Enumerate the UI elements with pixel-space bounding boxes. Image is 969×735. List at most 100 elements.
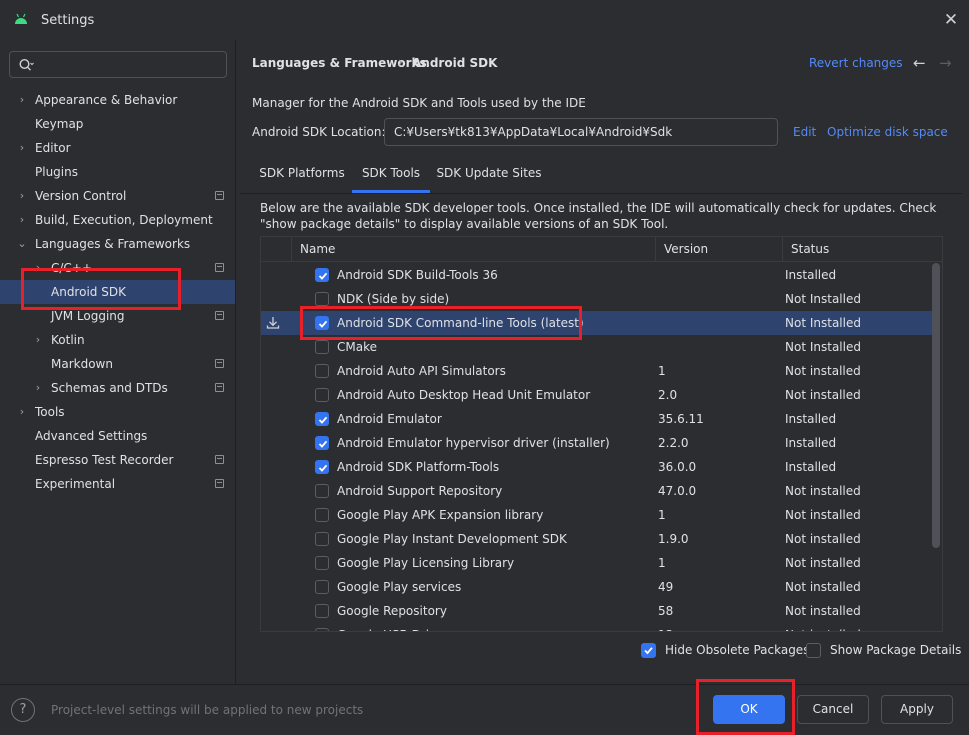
chevron-right-icon[interactable]: › (32, 328, 44, 352)
sidebar-item[interactable]: Plugins (0, 160, 235, 184)
sidebar-item-label: Android SDK (51, 285, 126, 299)
row-checkbox[interactable] (315, 484, 329, 498)
column-header-version[interactable]: Version (655, 237, 782, 262)
sidebar-item[interactable]: › Tools (0, 400, 235, 424)
chevron-right-icon[interactable]: › (16, 208, 28, 232)
row-checkbox[interactable] (315, 580, 329, 594)
table-row[interactable]: Android Support Repository 47.0.0 Not inst… (261, 479, 933, 503)
arrow-left-icon[interactable]: ← (913, 54, 926, 72)
table-row[interactable]: Android SDK Platform-Tools 36.0.0 Installe… (261, 455, 933, 479)
chevron-down-icon[interactable]: ⌄ (16, 232, 28, 256)
project-level-icon (215, 191, 224, 200)
cancel-button[interactable]: Cancel (797, 695, 869, 724)
table-row[interactable]: Android Emulator 35.6.11 Installed (261, 407, 933, 431)
row-checkbox[interactable] (315, 532, 329, 546)
sidebar-item[interactable]: › Build, Execution, Deployment (0, 208, 235, 232)
row-status: Not installed (785, 532, 861, 546)
sidebar-item[interactable]: Espresso Test Recorder (0, 448, 235, 472)
sidebar-item[interactable]: Keymap (0, 112, 235, 136)
row-checkbox[interactable] (315, 436, 329, 450)
row-checkbox[interactable] (315, 364, 329, 378)
sidebar-item[interactable]: › Appearance & Behavior (0, 88, 235, 112)
row-checkbox[interactable] (315, 292, 329, 306)
row-checkbox[interactable] (315, 508, 329, 522)
row-name: Google USB Driver (337, 623, 449, 631)
table-row[interactable]: Android Emulator hypervisor driver (inst… (261, 431, 933, 455)
sidebar-item[interactable]: Advanced Settings (0, 424, 235, 448)
chevron-right-icon[interactable]: › (32, 376, 44, 400)
table-row[interactable]: Google Play APK Expansion library 1 Not in… (261, 503, 933, 527)
tab-sdk-platforms[interactable]: SDK Platforms (254, 157, 350, 193)
hide-obsolete-checkbox[interactable] (641, 643, 656, 658)
table-row[interactable]: Google Repository 58 Not installed (261, 599, 933, 623)
row-checkbox[interactable] (315, 556, 329, 570)
tab-sdk-tools[interactable]: SDK Tools (352, 157, 430, 193)
show-package-details-label[interactable]: Show Package Details (830, 643, 961, 657)
table-row[interactable]: Google Play Licensing Library 1 Not instal… (261, 551, 933, 575)
sidebar-item-label: Appearance & Behavior (35, 93, 178, 107)
row-checkbox[interactable] (315, 628, 329, 631)
table-row[interactable]: Android SDK Command-line Tools (latest) N… (261, 311, 933, 335)
table-row[interactable]: Google Play services 49 Not installed (261, 575, 933, 599)
sidebar-item[interactable]: › Version Control (0, 184, 235, 208)
row-checkbox[interactable] (315, 388, 329, 402)
show-package-details-checkbox[interactable] (806, 643, 821, 658)
sidebar-item[interactable]: › Kotlin (0, 328, 235, 352)
sidebar-item[interactable]: JVM Logging (0, 304, 235, 328)
close-icon[interactable]: ✕ (941, 10, 961, 30)
apply-button[interactable]: Apply (881, 695, 953, 724)
column-header-status[interactable]: Status (782, 237, 942, 262)
help-icon[interactable]: ? (11, 698, 35, 722)
sidebar-item[interactable]: Experimental (0, 472, 235, 496)
row-name: Android SDK Build-Tools 36 (337, 268, 498, 282)
column-header-name[interactable]: Name (291, 237, 655, 262)
chevron-right-icon[interactable]: › (16, 88, 28, 112)
sdk-location-field[interactable] (384, 118, 778, 146)
sidebar-item-label: Schemas and DTDs (51, 381, 168, 395)
sidebar-item[interactable]: › Editor (0, 136, 235, 160)
sidebar-item[interactable]: Markdown (0, 352, 235, 376)
optimize-disk-space-link[interactable]: Optimize disk space (827, 125, 948, 139)
footer-divider (0, 684, 969, 685)
breadcrumb-separator: › (398, 55, 403, 69)
row-checkbox[interactable] (315, 460, 329, 474)
row-status: Not installed (785, 604, 861, 618)
row-name: Android Auto API Simulators (337, 364, 506, 378)
row-checkbox[interactable] (315, 268, 329, 282)
sidebar-item[interactable]: Android SDK (0, 280, 235, 304)
project-level-icon (215, 479, 224, 488)
table-row[interactable]: CMake Not Installed (261, 335, 933, 359)
ok-button[interactable]: OK (713, 695, 785, 724)
row-checkbox[interactable] (315, 340, 329, 354)
arrow-right-icon: → (939, 54, 952, 72)
row-status: Not installed (785, 484, 861, 498)
sidebar-item[interactable]: ⌄ Languages & Frameworks (0, 232, 235, 256)
row-status: Not Installed (785, 292, 861, 306)
chevron-right-icon[interactable]: › (16, 136, 28, 160)
hide-obsolete-label[interactable]: Hide Obsolete Packages (665, 643, 809, 657)
table-row[interactable]: Android Auto API Simulators 1 Not installe… (261, 359, 933, 383)
sidebar-item-label: Editor (35, 141, 71, 155)
table-row[interactable]: Google USB Driver 13 Not installed (261, 623, 933, 631)
edit-location-link[interactable]: Edit (793, 125, 816, 139)
row-status: Not Installed (785, 340, 861, 354)
sidebar-item[interactable]: › Schemas and DTDs (0, 376, 235, 400)
table-row[interactable]: Android SDK Build-Tools 36 Installed (261, 263, 933, 287)
chevron-right-icon[interactable]: › (16, 184, 28, 208)
row-status: Not installed (785, 580, 861, 594)
settings-search-input[interactable] (9, 51, 227, 78)
row-name: Android Emulator hypervisor driver (inst… (337, 436, 610, 450)
sidebar-item-label: Keymap (35, 117, 84, 131)
table-row[interactable]: Google Play Instant Development SDK 1.9.0… (261, 527, 933, 551)
sidebar-item[interactable]: › C/C++ (0, 256, 235, 280)
row-checkbox[interactable] (315, 604, 329, 618)
table-row[interactable]: Android Auto Desktop Head Unit Emulator 2… (261, 383, 933, 407)
revert-changes-link[interactable]: Revert changes (809, 56, 903, 70)
row-checkbox[interactable] (315, 316, 329, 330)
row-checkbox[interactable] (315, 412, 329, 426)
table-scrollbar[interactable] (932, 263, 940, 548)
chevron-right-icon[interactable]: › (16, 400, 28, 424)
tab-sdk-update-sites[interactable]: SDK Update Sites (434, 157, 544, 193)
table-row[interactable]: NDK (Side by side) Not Installed (261, 287, 933, 311)
chevron-right-icon[interactable]: › (32, 256, 44, 280)
